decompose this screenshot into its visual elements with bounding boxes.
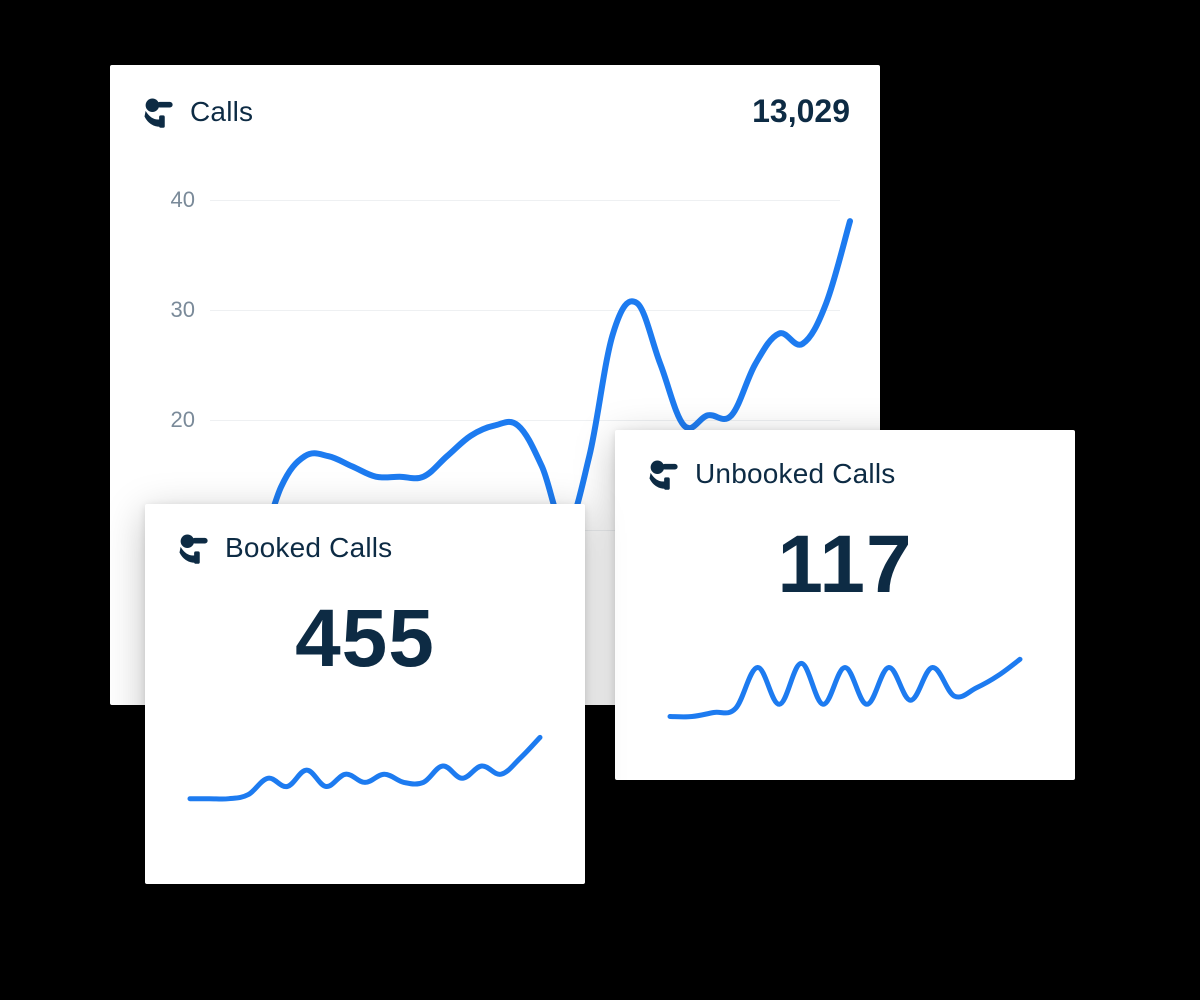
unbooked-title: Unbooked Calls [695, 458, 895, 490]
booked-calls-card: Booked Calls 455 [145, 504, 585, 884]
booked-sparkline [190, 721, 540, 811]
booked-card-header: Booked Calls [175, 530, 555, 566]
y-axis-tick: 20 [140, 407, 195, 433]
booked-value: 455 [175, 592, 555, 686]
calls-card-header: Calls 13,029 [140, 93, 850, 130]
brand-logo-icon [140, 94, 176, 130]
calls-total: 13,029 [752, 93, 850, 130]
unbooked-sparkline-holder [645, 642, 1045, 742]
y-axis-tick: 40 [140, 187, 195, 213]
booked-title: Booked Calls [225, 532, 392, 564]
booked-sparkline-holder [175, 716, 555, 816]
brand-logo-icon [645, 456, 681, 492]
brand-logo-icon [175, 530, 211, 566]
unbooked-card-header: Unbooked Calls [645, 456, 1045, 492]
calls-title: Calls [190, 96, 253, 128]
unbooked-value: 117 [645, 518, 1045, 612]
y-axis-tick: 30 [140, 297, 195, 323]
unbooked-sparkline [670, 647, 1020, 737]
unbooked-calls-card: Unbooked Calls 117 [615, 430, 1075, 780]
